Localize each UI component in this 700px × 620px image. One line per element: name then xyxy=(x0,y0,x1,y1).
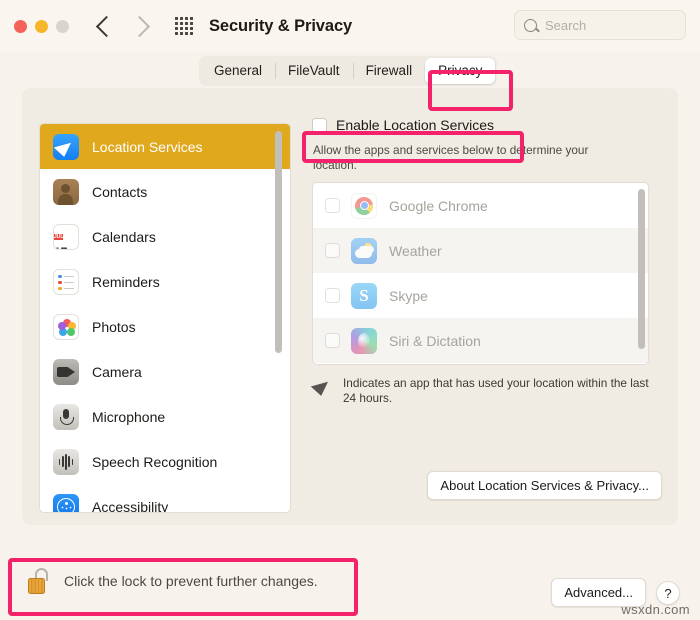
list-item[interactable]: Google Chrome xyxy=(313,183,648,228)
calendar-icon: JUL 17 xyxy=(53,223,79,250)
location-arrow-icon xyxy=(310,377,334,396)
app-label: Google Chrome xyxy=(389,197,488,214)
lock-row[interactable]: Click the lock to prevent further change… xyxy=(28,568,318,594)
minimize-button[interactable] xyxy=(35,19,48,33)
privacy-panel: Location Services Contacts JUL 17 Calend… xyxy=(22,88,678,525)
sidebar-item-label: Location Services xyxy=(92,138,203,155)
sidebar-item-label: Microphone xyxy=(92,408,166,425)
list-item-partial[interactable] xyxy=(313,363,648,364)
siri-icon xyxy=(351,327,377,354)
sidebar-item-calendars[interactable]: JUL 17 Calendars xyxy=(40,214,290,259)
location-usage-note: Indicates an app that has used your loca… xyxy=(310,376,649,406)
list-item[interactable]: Weather xyxy=(313,228,648,273)
back-chevron-icon[interactable] xyxy=(95,15,118,37)
microphone-icon xyxy=(53,403,79,430)
navigation-buttons xyxy=(95,15,151,37)
sidebar-scrollbar[interactable] xyxy=(274,129,283,505)
location-usage-note-text: Indicates an app that has used your loca… xyxy=(343,376,649,405)
app-label: Skype xyxy=(389,287,428,304)
app-checkbox[interactable] xyxy=(325,243,340,258)
about-location-services-privacy-button[interactable]: About Location Services & Privacy... xyxy=(427,471,662,500)
contacts-icon xyxy=(53,178,79,205)
watermark: wsxdn.com xyxy=(621,602,690,617)
service-sidebar[interactable]: Location Services Contacts JUL 17 Calend… xyxy=(39,123,291,513)
skype-icon xyxy=(351,282,377,309)
camera-icon xyxy=(53,358,79,385)
sidebar-item-reminders[interactable]: Reminders xyxy=(40,259,290,304)
app-checkbox[interactable] xyxy=(325,198,340,213)
tab-firewall[interactable]: Firewall xyxy=(352,58,426,84)
location-services-content: Enable Location Services Allow the apps … xyxy=(310,114,662,406)
title-bar: Security & Privacy Search xyxy=(0,0,700,52)
sidebar-scrollbar-thumb[interactable] xyxy=(275,131,282,353)
show-all-icon[interactable] xyxy=(175,17,193,35)
accessibility-icon xyxy=(53,493,79,512)
close-button[interactable] xyxy=(14,19,27,33)
app-permission-list[interactable]: Google Chrome Weather Skype Siri & Dicta… xyxy=(312,182,649,365)
app-label: Siri & Dictation xyxy=(389,332,481,349)
tab-privacy[interactable]: Privacy xyxy=(425,58,496,84)
sidebar-item-photos[interactable]: Photos xyxy=(40,304,290,349)
enable-location-services-row[interactable]: Enable Location Services xyxy=(312,114,662,136)
app-label: Weather xyxy=(389,242,442,259)
sidebar-item-label: Reminders xyxy=(92,273,160,290)
about-button-wrapper: About Location Services & Privacy... xyxy=(312,471,662,500)
enable-location-services-label: Enable Location Services xyxy=(336,117,494,133)
sidebar-item-label: Calendars xyxy=(92,228,156,245)
sidebar-item-label: Accessibility xyxy=(92,498,169,513)
sidebar-item-label: Contacts xyxy=(92,183,148,200)
forward-chevron-icon[interactable] xyxy=(128,15,151,37)
sidebar-item-microphone[interactable]: Microphone xyxy=(40,394,290,439)
photos-icon xyxy=(53,313,79,340)
calendar-month: JUL xyxy=(54,233,64,240)
help-button[interactable]: ? xyxy=(656,580,680,605)
sidebar-item-label: Camera xyxy=(92,363,142,380)
sidebar-item-contacts[interactable]: Contacts xyxy=(40,169,290,214)
reminders-icon xyxy=(53,268,79,295)
enable-location-services-checkbox[interactable] xyxy=(312,117,327,133)
tab-filevault[interactable]: FileVault xyxy=(275,58,353,84)
search-icon xyxy=(524,18,537,32)
search-placeholder: Search xyxy=(545,17,587,33)
sidebar-item-camera[interactable]: Camera xyxy=(40,349,290,394)
app-list-scrollbar-thumb[interactable] xyxy=(638,189,645,349)
sidebar-item-speech-recognition[interactable]: Speech Recognition xyxy=(40,439,290,484)
speech-recognition-icon xyxy=(53,448,79,475)
padlock-body xyxy=(28,578,45,594)
sidebar-item-label: Photos xyxy=(92,318,136,335)
search-input[interactable]: Search xyxy=(514,10,686,40)
location-services-icon xyxy=(53,133,79,160)
app-checkbox[interactable] xyxy=(325,288,340,303)
location-description: Allow the apps and services below to det… xyxy=(313,143,589,172)
page-title: Security & Privacy xyxy=(209,16,353,35)
weather-icon xyxy=(351,237,377,264)
list-item[interactable]: Siri & Dictation xyxy=(313,318,648,363)
zoom-button[interactable] xyxy=(56,19,69,33)
sidebar-item-label: Speech Recognition xyxy=(92,453,218,470)
tab-bar: General FileVault Firewall Privacy xyxy=(199,56,498,86)
chrome-icon xyxy=(351,192,377,219)
list-item[interactable]: Skype xyxy=(313,273,648,318)
calendar-day: 17 xyxy=(54,245,67,249)
app-checkbox[interactable] xyxy=(325,333,340,348)
tab-general[interactable]: General xyxy=(201,58,275,84)
unlocked-padlock-icon[interactable] xyxy=(28,568,52,594)
sidebar-item-accessibility[interactable]: Accessibility xyxy=(40,484,290,513)
lock-hint-text: Click the lock to prevent further change… xyxy=(64,573,318,589)
sidebar-item-location-services[interactable]: Location Services xyxy=(40,124,290,169)
traffic-lights xyxy=(14,19,69,33)
app-list-scrollbar[interactable] xyxy=(637,187,646,362)
